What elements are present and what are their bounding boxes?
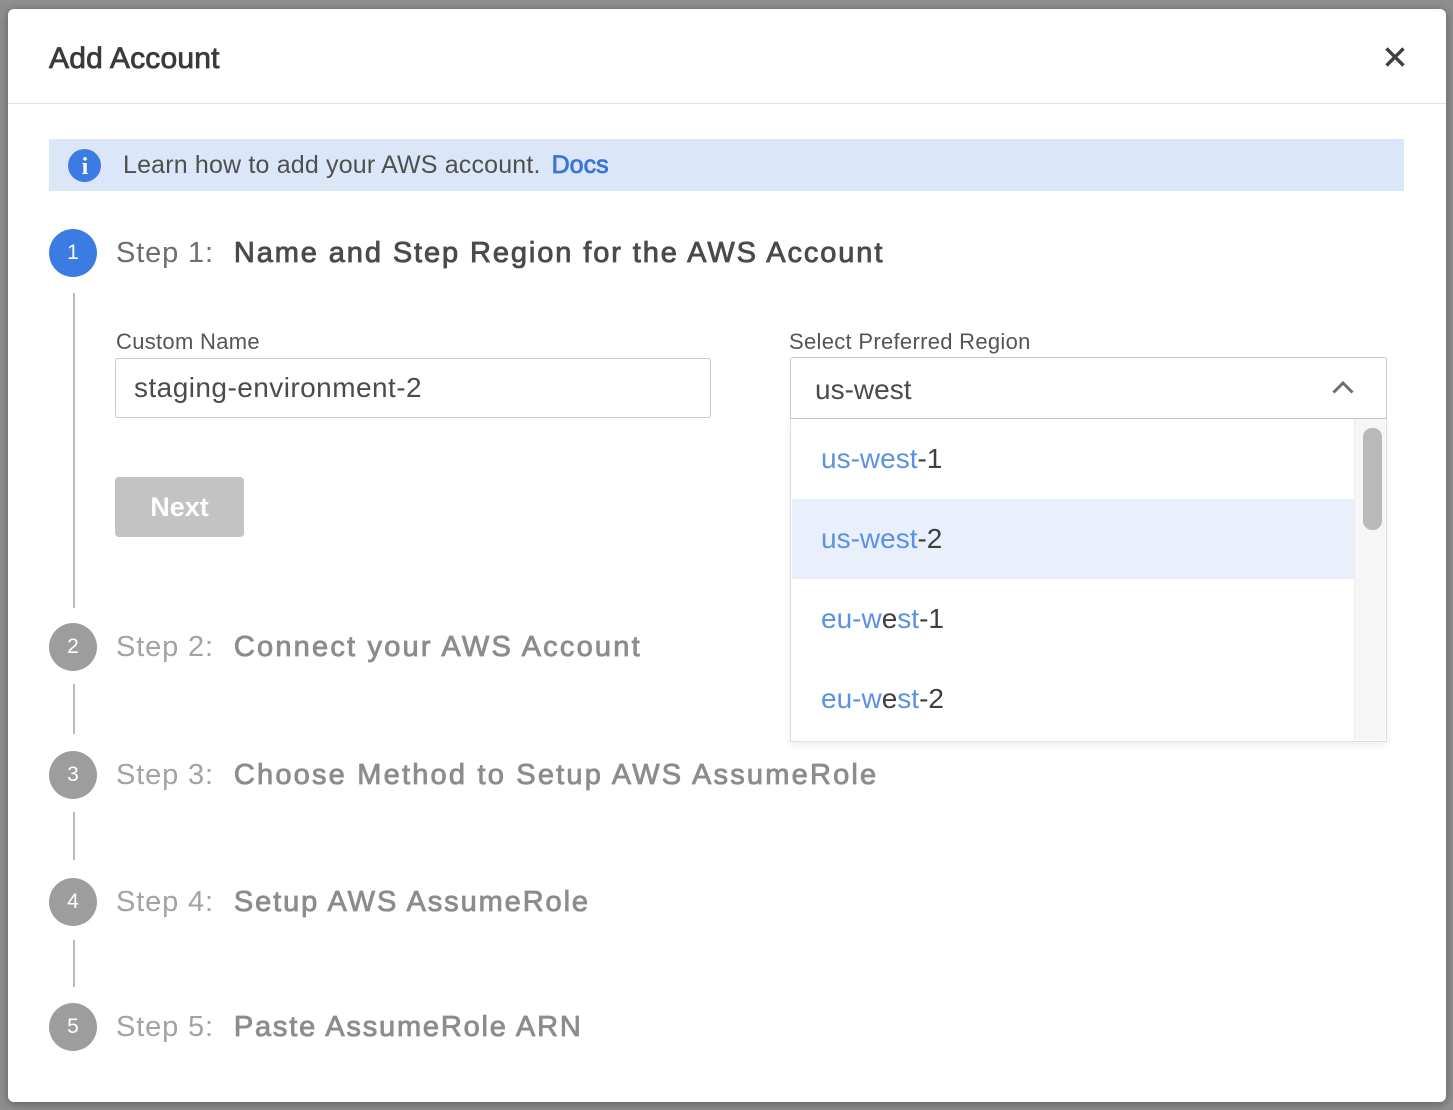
svg-text:i: i [82, 154, 89, 180]
